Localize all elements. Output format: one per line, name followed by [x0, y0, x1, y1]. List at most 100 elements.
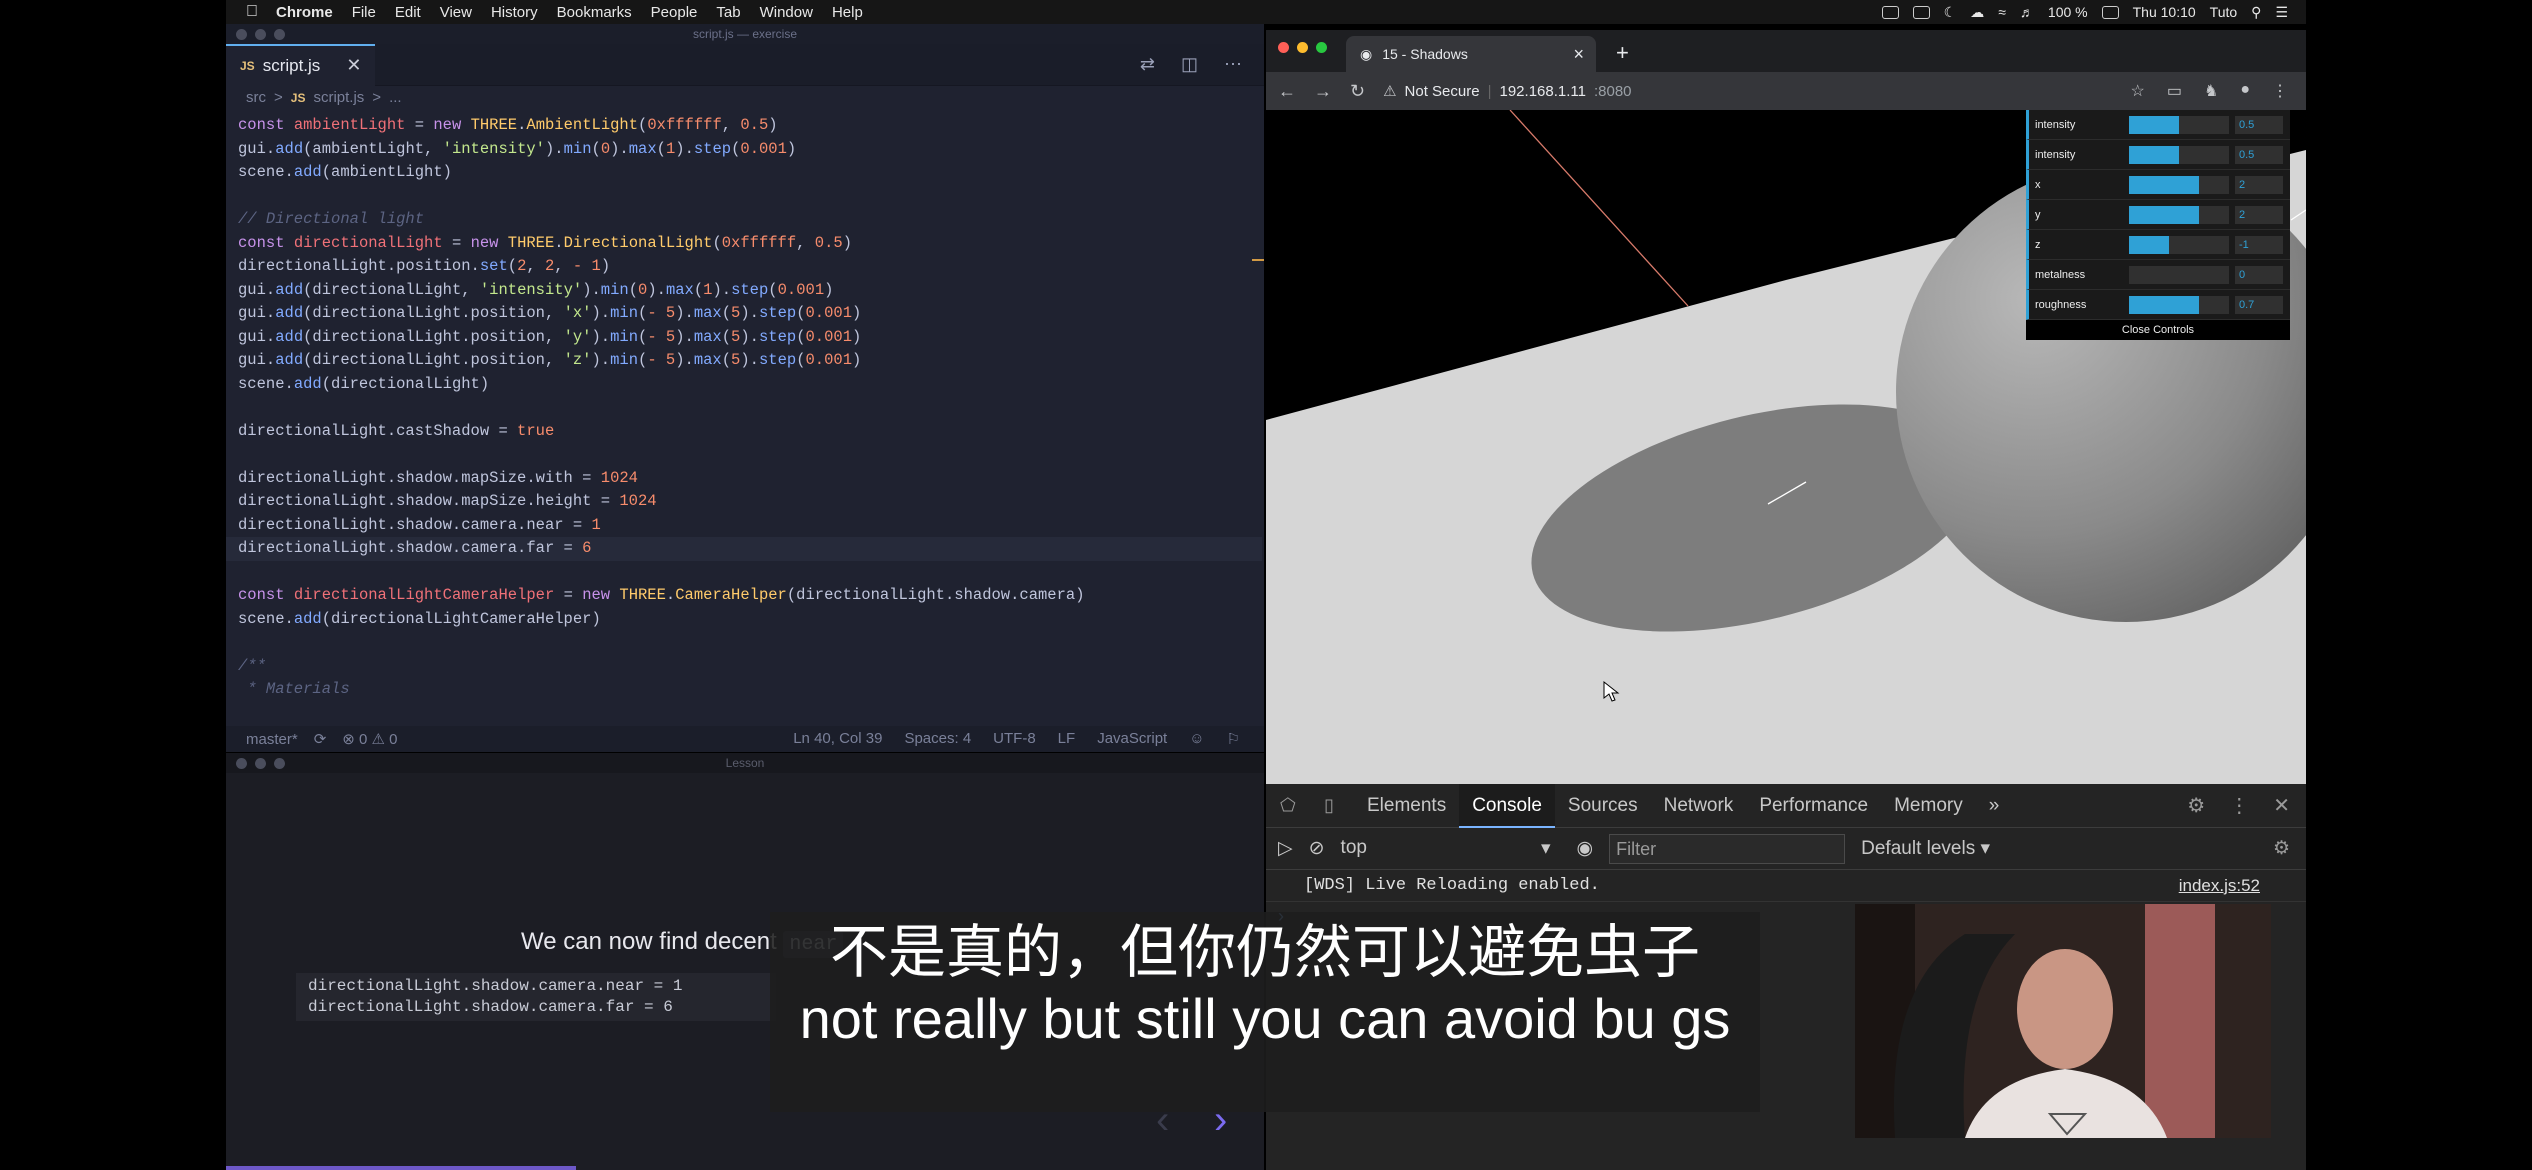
window-controls[interactable] — [1278, 42, 1327, 53]
gui-row-roughness[interactable]: roughness 0.7 — [2026, 290, 2290, 320]
breadcrumb-symbol[interactable]: ... — [389, 86, 402, 110]
tab-network[interactable]: Network — [1651, 784, 1747, 828]
gui-row-y[interactable]: y2 — [2026, 200, 2290, 230]
gui-value[interactable]: 2 — [2235, 175, 2283, 194]
bookmark-star-icon[interactable]: ☆ — [2131, 81, 2145, 101]
menu-people[interactable]: People — [651, 4, 698, 21]
menu-view[interactable]: View — [440, 4, 472, 21]
close-icon[interactable]: × — [1573, 44, 1584, 65]
problems-count[interactable]: ⊗ 0 ⚠ 0 — [342, 730, 397, 748]
clock[interactable]: Thu 10:10 — [2133, 4, 2196, 20]
reload-icon[interactable]: ↻ — [1350, 81, 1365, 102]
device-toolbar-icon[interactable]: ▯ — [1324, 795, 1354, 816]
git-branch[interactable]: master* — [246, 731, 298, 748]
breadcrumb-src[interactable]: src — [246, 86, 266, 110]
battery-percent[interactable]: 100 % — [2048, 4, 2088, 20]
gui-slider[interactable] — [2129, 115, 2229, 134]
gui-value[interactable]: 2 — [2235, 205, 2283, 224]
gui-row-metalness[interactable]: metalness 0 — [2026, 260, 2290, 290]
log-levels-select[interactable]: Default levels ▾ — [1861, 837, 1990, 860]
context-selector[interactable]: top ▾ — [1341, 837, 1561, 860]
control-center-icon[interactable]: ☰ — [2275, 4, 2288, 21]
compare-changes-icon[interactable]: ⇄ — [1140, 54, 1155, 75]
gui-row-x[interactable]: x2 — [2026, 170, 2290, 200]
menu-app-name[interactable]: Chrome — [276, 4, 333, 21]
apple-icon[interactable]:  — [246, 3, 258, 21]
gui-value[interactable]: -1 — [2235, 235, 2283, 254]
new-tab-icon[interactable]: + — [1616, 40, 1629, 66]
gui-slider[interactable] — [2129, 265, 2229, 284]
gui-row-intensity[interactable]: intensity 0.5 — [2026, 110, 2290, 140]
back-icon[interactable]: ← — [1278, 81, 1296, 102]
tab-memory[interactable]: Memory — [1881, 784, 1976, 828]
menu-tab[interactable]: Tab — [716, 4, 740, 21]
tab-sources[interactable]: Sources — [1555, 784, 1651, 828]
tab-performance[interactable]: Performance — [1746, 784, 1881, 828]
moon-icon[interactable]: ☾ — [1944, 4, 1957, 21]
editor-tab-script[interactable]: JS script.js ✕ — [226, 43, 376, 86]
encoding[interactable]: UTF-8 — [993, 730, 1036, 748]
gui-slider[interactable] — [2129, 295, 2229, 314]
menu-edit[interactable]: Edit — [395, 4, 421, 21]
split-editor-icon[interactable]: ◫ — [1181, 54, 1198, 75]
gui-slider[interactable] — [2129, 145, 2229, 164]
menu-history[interactable]: History — [491, 4, 538, 21]
menu-bookmarks[interactable]: Bookmarks — [557, 4, 632, 21]
profile-avatar[interactable]: ● — [2240, 81, 2250, 101]
webgl-canvas[interactable]: intensity 0.5 intensity 0.5 x2 y2 z -1 meta… — [1266, 110, 2306, 784]
filter-input[interactable]: Filter — [1609, 833, 1846, 864]
forward-icon[interactable]: → — [1314, 81, 1332, 102]
window-controls[interactable] — [236, 758, 285, 769]
window-controls[interactable] — [236, 29, 285, 40]
devtools-menu-icon[interactable]: ⋮ — [2229, 793, 2249, 818]
menu-file[interactable]: File — [352, 4, 376, 21]
search-icon[interactable]: ⚲ — [2251, 4, 2261, 21]
gui-slider[interactable] — [2129, 205, 2229, 224]
gui-row-z[interactable]: z -1 — [2026, 230, 2290, 260]
notifications-icon[interactable]: ⚐ — [1227, 730, 1240, 748]
settings-icon[interactable]: ⚙ — [2187, 793, 2205, 818]
console-settings-icon[interactable]: ⚙ — [2273, 837, 2290, 860]
inspect-element-icon[interactable]: ⬠ — [1280, 795, 1310, 816]
code-editor[interactable]: const ambientLight = new THREE.AmbientLi… — [226, 110, 1264, 702]
browser-tab[interactable]: ◉ 15 - Shadows × — [1346, 36, 1596, 72]
log-source-link[interactable]: index.js:52 — [2179, 876, 2260, 896]
line-ending[interactable]: LF — [1058, 730, 1076, 748]
gui-slider[interactable] — [2129, 235, 2229, 254]
tab-elements[interactable]: Elements — [1354, 784, 1459, 828]
close-icon[interactable]: ✕ — [2273, 793, 2290, 818]
gui-value[interactable]: 0.5 — [2235, 145, 2283, 164]
address-bar[interactable]: ⚠ Not Secure | 192.168.1.11:8080 — [1383, 82, 1631, 101]
cast-icon[interactable]: ▭ — [2167, 81, 2182, 101]
sidebar-toggle-icon[interactable]: ▷ — [1278, 837, 1293, 860]
volume-icon[interactable]: ♬ — [2020, 4, 2034, 20]
display-icon[interactable] — [1912, 5, 1930, 19]
more-actions-icon[interactable]: ⋯ — [1224, 54, 1242, 75]
close-icon[interactable]: ✕ — [346, 55, 361, 76]
battery-icon[interactable] — [2101, 5, 2119, 19]
wifi-icon[interactable]: ≈ — [1998, 4, 2006, 20]
clear-console-icon[interactable]: ⊘ — [1309, 837, 1325, 860]
menu-window[interactable]: Window — [760, 4, 813, 21]
screen-record-icon[interactable] — [1881, 5, 1899, 19]
user-name[interactable]: Tuto — [2210, 4, 2238, 20]
extensions-icon[interactable]: ♞ — [2204, 81, 2218, 101]
feedback-icon[interactable]: ☺ — [1189, 730, 1204, 748]
menu-help[interactable]: Help — [832, 4, 863, 21]
cloud-icon[interactable]: ☁ — [1970, 4, 1984, 21]
indentation[interactable]: Spaces: 4 — [904, 730, 971, 748]
language-mode[interactable]: JavaScript — [1097, 730, 1167, 748]
chrome-menu-icon[interactable]: ⋮ — [2272, 81, 2288, 101]
gui-slider[interactable] — [2129, 175, 2229, 194]
gui-value[interactable]: 0 — [2235, 265, 2283, 284]
gui-row-intensity[interactable]: intensity 0.5 — [2026, 140, 2290, 170]
gui-value[interactable]: 0.7 — [2235, 295, 2283, 314]
cursor-position[interactable]: Ln 40, Col 39 — [793, 730, 882, 748]
close-controls-button[interactable]: Close Controls — [2026, 320, 2290, 340]
more-tabs-icon[interactable]: » — [1976, 784, 2013, 828]
sync-icon[interactable]: ⟳ — [314, 730, 327, 748]
breadcrumb-file[interactable]: script.js — [313, 86, 364, 110]
eye-icon[interactable]: ◉ — [1577, 837, 1594, 860]
tab-console[interactable]: Console — [1459, 783, 1555, 828]
gui-value[interactable]: 0.5 — [2235, 115, 2283, 134]
